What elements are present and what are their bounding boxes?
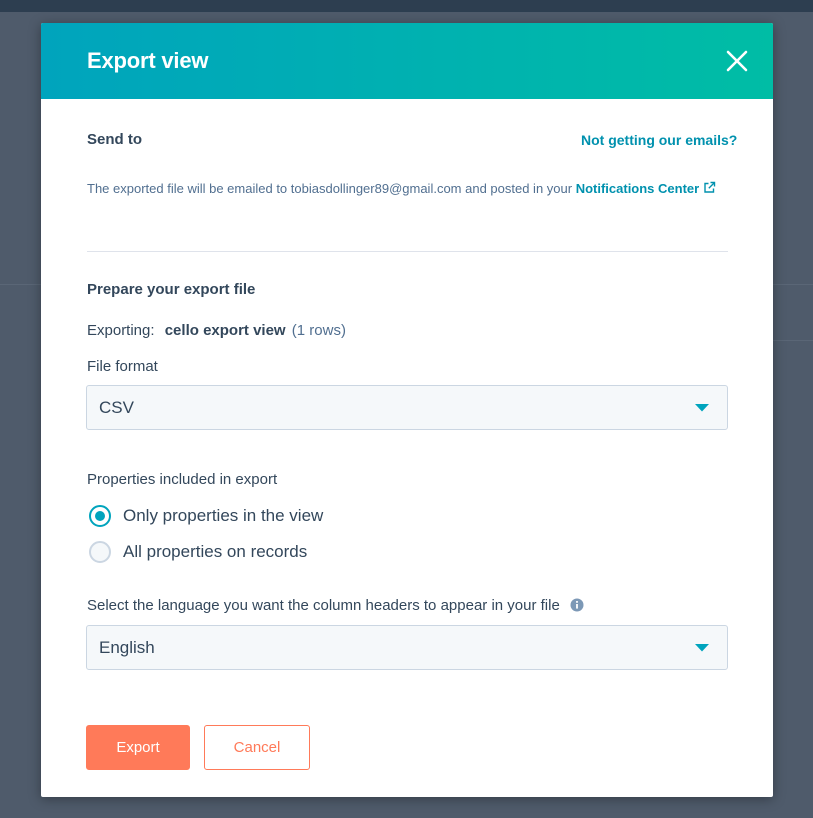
radio-label: All properties on records [123, 542, 308, 561]
close-icon [726, 50, 748, 72]
section-divider [87, 251, 728, 252]
chevron-down-icon [695, 644, 709, 652]
radio-label: Only properties in the view [123, 506, 324, 525]
view-name: cello export view [164, 322, 286, 339]
radio-all-properties[interactable]: All properties on records [87, 540, 367, 564]
dialog-title: Export view [87, 48, 209, 73]
language-select[interactable]: English [86, 625, 728, 670]
language-value: English [99, 638, 155, 657]
notifications-center-label: Notifications Center [575, 181, 700, 196]
prepare-export-heading: Prepare your export file [87, 281, 256, 298]
external-link-icon [704, 181, 716, 193]
chevron-down-icon [695, 404, 709, 412]
language-label-text: Select the language you want the column … [87, 597, 560, 614]
radio-button-unchecked[interactable] [89, 541, 111, 563]
cancel-button[interactable]: Cancel [204, 725, 310, 770]
not-getting-emails-link[interactable]: Not getting our emails? [581, 132, 737, 148]
properties-label: Properties included in export [87, 471, 278, 488]
info-icon[interactable] [570, 598, 584, 612]
backdrop-divider [773, 340, 813, 341]
row-count: (1 rows) [291, 322, 346, 339]
file-format-value: CSV [99, 398, 134, 417]
send-to-description: The exported file will be emailed to tob… [87, 175, 727, 202]
backdrop-divider [773, 284, 813, 285]
export-view-dialog: Export view Send to Not getting our emai… [41, 23, 773, 797]
exporting-label: Exporting: [87, 322, 155, 339]
close-button[interactable] [723, 47, 751, 75]
description-text: The exported file will be emailed to tob… [87, 181, 576, 196]
backdrop-divider [0, 284, 41, 285]
dialog-header: Export view [41, 23, 773, 99]
language-label: Select the language you want the column … [87, 597, 584, 614]
file-format-select[interactable]: CSV [86, 385, 728, 430]
backdrop-top-bar [0, 0, 813, 12]
exporting-summary: Exporting: cello export view (1 rows) [87, 322, 346, 339]
export-button[interactable]: Export [86, 725, 190, 770]
radio-button-checked[interactable] [89, 505, 111, 527]
send-to-heading: Send to [87, 131, 142, 148]
radio-only-view-properties[interactable]: Only properties in the view [87, 504, 367, 528]
notifications-center-link[interactable]: Notifications Center [576, 181, 717, 196]
file-format-label: File format [87, 358, 158, 375]
